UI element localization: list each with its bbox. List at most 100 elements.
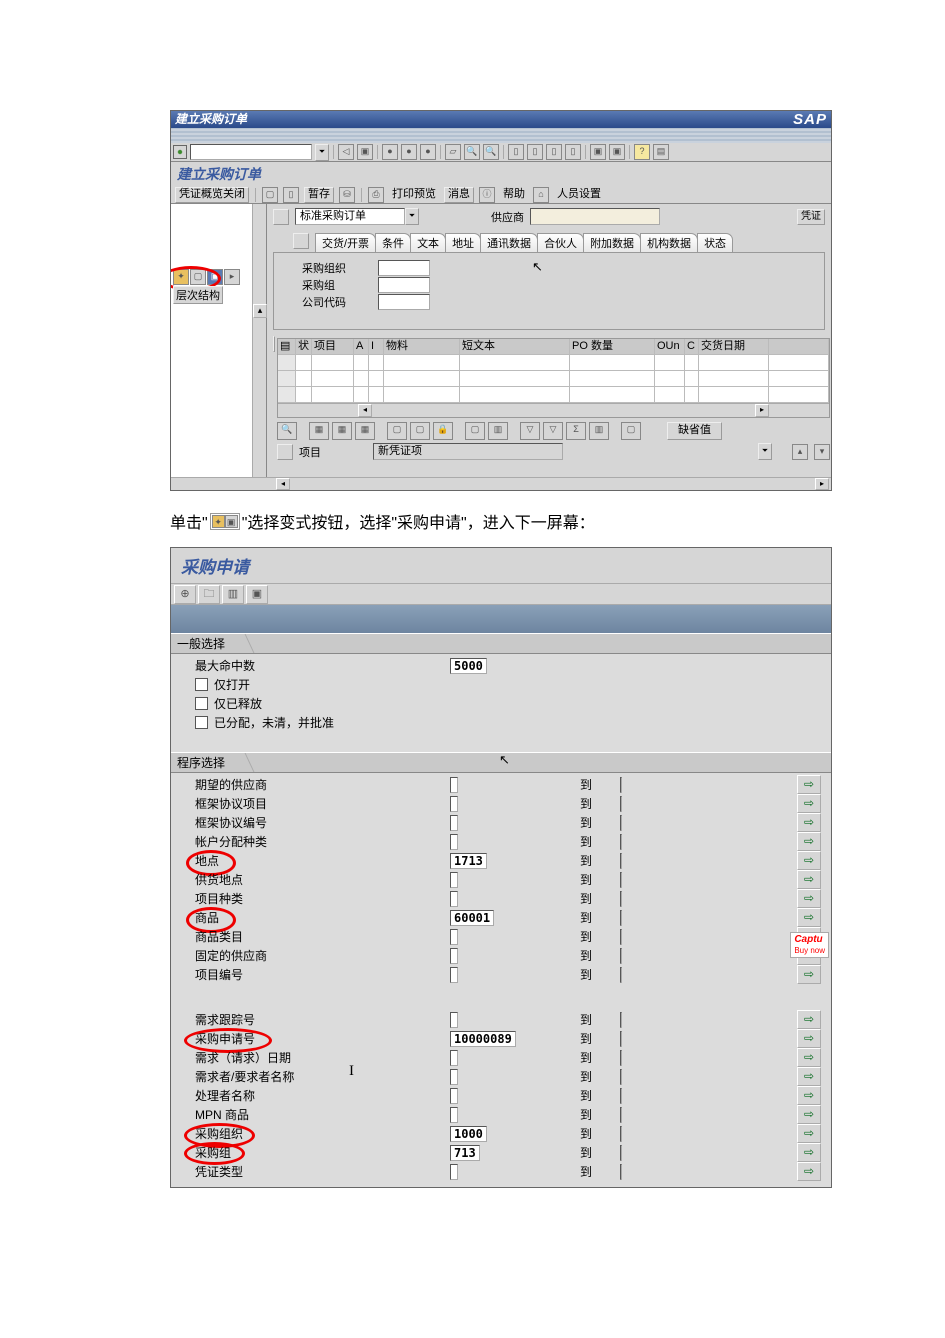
multiple-selection-button[interactable]: ⇨ (797, 794, 821, 813)
value-from-field[interactable]: 60001 (450, 910, 494, 926)
value-from-field[interactable] (450, 1012, 458, 1028)
window-hscrollbar[interactable]: ◂▸ (171, 477, 831, 490)
value-to-field[interactable] (620, 1126, 622, 1142)
save-variant-icon[interactable]: ▣ (246, 585, 268, 604)
layout-icon[interactable]: ▤ (653, 144, 669, 160)
save-po-icon[interactable]: ⛁ (339, 187, 355, 203)
value-to-field[interactable] (620, 1031, 622, 1047)
tab-status[interactable]: 状态 (697, 233, 733, 252)
multiple-selection-button[interactable]: ⇨ (797, 775, 821, 794)
purch-org-field[interactable] (378, 260, 430, 276)
value-from-field[interactable]: 10000089 (450, 1031, 516, 1047)
new-session-icon[interactable]: ▣ (590, 144, 606, 160)
subtotal-icon[interactable]: ▥ (589, 422, 609, 440)
value-to-field[interactable] (620, 872, 622, 888)
value-to-field[interactable] (620, 815, 622, 831)
grid-col-i[interactable]: I (369, 339, 384, 355)
multiple-selection-button[interactable]: ⇨ (797, 908, 821, 927)
value-from-field[interactable] (450, 948, 458, 964)
value-to-field[interactable] (620, 1050, 622, 1066)
last-page-icon[interactable]: ▯ (565, 144, 581, 160)
value-to-field[interactable] (620, 1069, 622, 1085)
expand-icon[interactable]: ▢ (465, 422, 485, 440)
print-icon[interactable]: ▱ (445, 144, 461, 160)
tab-conditions[interactable]: 条件 (375, 233, 411, 252)
value-from-field[interactable] (450, 834, 458, 850)
maxhits-field[interactable]: 5000 (450, 658, 487, 674)
grid-col-deldate[interactable]: 交货日期 (699, 339, 769, 355)
multiple-selection-button[interactable]: ⇨ (797, 1143, 821, 1162)
prev-page-icon[interactable]: ▯ (527, 144, 543, 160)
value-from-field[interactable] (450, 796, 458, 812)
tab-delivery-invoice[interactable]: 交货/开票 (315, 233, 376, 252)
multiple-selection-button[interactable]: ⇨ (797, 1029, 821, 1048)
help-button[interactable]: 帮助 (500, 188, 528, 202)
value-to-field[interactable] (620, 929, 622, 945)
onlyreleased-checkbox[interactable]: 仅已释放 (177, 695, 450, 712)
value-from-field[interactable] (450, 1088, 458, 1104)
vendor-field[interactable] (530, 208, 660, 225)
value-to-field[interactable] (620, 1088, 622, 1104)
grid-col-oun[interactable]: OUn (655, 339, 685, 355)
grid-col-item[interactable]: 项目 (312, 339, 354, 355)
detail-icon[interactable]: 🔍 (277, 422, 297, 440)
back-icon[interactable]: ● (382, 144, 398, 160)
lock-icon[interactable]: 🔒 (433, 422, 453, 440)
grid-col-a[interactable]: A (354, 339, 369, 355)
deselect-icon[interactable]: ▦ (332, 422, 352, 440)
next-page-icon[interactable]: ▯ (546, 144, 562, 160)
tab-texts[interactable]: 文本 (410, 233, 446, 252)
doc-type-dropdown[interactable]: 标准采购订单 ⏷ (295, 208, 419, 225)
value-from-field[interactable] (450, 891, 458, 907)
item-next-icon[interactable]: ▾ (814, 444, 830, 460)
info-icon[interactable]: ⓘ (479, 187, 495, 203)
value-to-field[interactable] (620, 853, 622, 869)
tab-partners[interactable]: 合伙人 (537, 233, 584, 252)
messages-button[interactable]: 消息 (444, 187, 474, 203)
other-po-icon[interactable]: ▯ (283, 187, 299, 203)
grid-col-extra[interactable] (769, 339, 829, 355)
collapse-icon[interactable]: ▥ (488, 422, 508, 440)
sort-icon[interactable]: ▦ (355, 422, 375, 440)
default-values-button[interactable]: 缺省值 (667, 422, 722, 440)
value-to-field[interactable] (620, 796, 622, 812)
completion-button[interactable]: 凭证 (797, 209, 825, 225)
multiple-selection-button[interactable]: ⇨ (797, 1086, 821, 1105)
tree-more-icon[interactable]: ▸ (224, 269, 240, 285)
multiple-selection-button[interactable]: ⇨ (797, 1067, 821, 1086)
company-field[interactable] (378, 294, 430, 310)
multiple-selection-button[interactable]: ⇨ (797, 1048, 821, 1067)
value-to-field[interactable] (620, 1012, 622, 1028)
command-dropdown[interactable]: ⏷ (315, 144, 329, 161)
grid-col-status[interactable]: 状 (296, 339, 312, 355)
tab-additional[interactable]: 附加数据 (583, 233, 641, 252)
doc-overview-off-button[interactable]: 凭证概览关闭 (175, 187, 249, 203)
find-icon[interactable]: 🔍 (464, 144, 480, 160)
multiple-selection-button[interactable]: ⇨ (797, 851, 821, 870)
onlyopen-checkbox[interactable]: 仅打开 (177, 676, 450, 693)
value-from-field[interactable] (450, 1107, 458, 1123)
item-prev-icon[interactable]: ▴ (792, 444, 808, 460)
item-dd-icon[interactable]: ⏷ (758, 443, 772, 460)
shortcut-icon[interactable]: ▣ (609, 144, 625, 160)
value-to-field[interactable] (620, 967, 622, 983)
value-to-field[interactable] (620, 1164, 622, 1180)
value-from-field[interactable] (450, 872, 458, 888)
multiple-selection-button[interactable]: ⇨ (797, 1105, 821, 1124)
multiple-selection-button[interactable]: ⇨ (797, 870, 821, 889)
value-from-field[interactable] (450, 1050, 458, 1066)
enter-icon[interactable] (173, 145, 187, 159)
tab-toggle[interactable] (293, 233, 309, 249)
command-field[interactable] (190, 144, 312, 160)
save-icon[interactable]: ◁ (338, 144, 354, 160)
delete-icon[interactable]: ▢ (410, 422, 430, 440)
item-dropdown-value[interactable]: 新凭证项 (373, 443, 563, 460)
hscroll-left-icon[interactable]: ◂ (358, 404, 372, 417)
value-to-field[interactable] (620, 891, 622, 907)
value-to-field[interactable] (620, 1145, 622, 1161)
value-from-field[interactable] (450, 1164, 458, 1180)
value-from-field[interactable]: 1713 (450, 853, 487, 869)
tab-address[interactable]: 地址 (445, 233, 481, 252)
personal-icon[interactable]: ⌂ (533, 187, 549, 203)
cancel-icon[interactable]: ● (420, 144, 436, 160)
